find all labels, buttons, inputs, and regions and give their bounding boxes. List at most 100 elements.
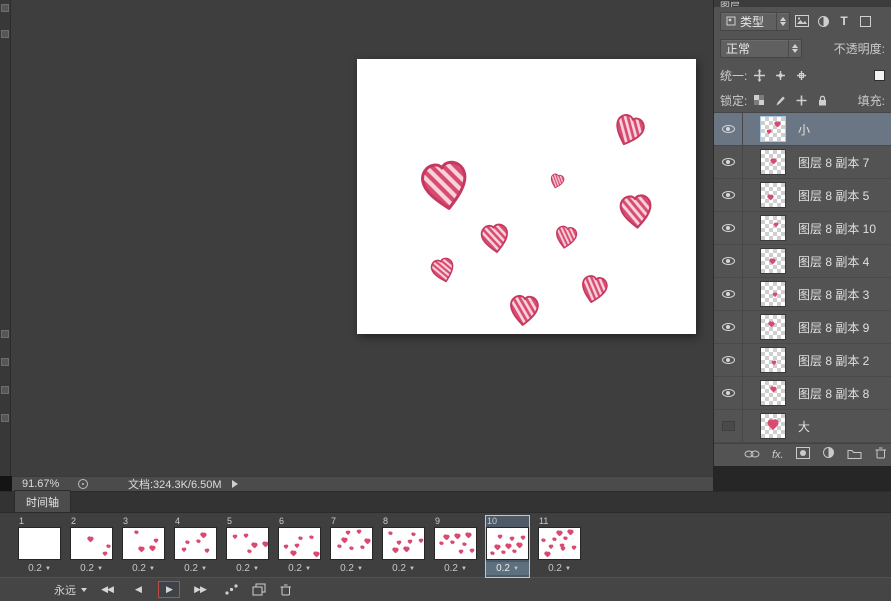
frame-thumbnail[interactable]	[382, 527, 425, 560]
layer-row[interactable]: 图层 8 副本 2	[714, 344, 891, 377]
filter-adjustment-icon[interactable]	[814, 12, 832, 30]
first-frame-button[interactable]: ◀◀	[96, 581, 118, 598]
delete-layer-icon[interactable]	[874, 446, 887, 464]
layer-row[interactable]: 图层 8 副本 3	[714, 278, 891, 311]
layer-visibility-toggle[interactable]	[714, 377, 743, 409]
filter-type-icon[interactable]: T	[835, 12, 853, 30]
layer-visibility-toggle[interactable]	[714, 179, 743, 211]
frame-thumbnail[interactable]	[70, 527, 113, 560]
lock-pixels-icon[interactable]	[771, 91, 789, 109]
frame-thumbnail[interactable]	[434, 527, 477, 560]
frame-thumbnail[interactable]	[174, 527, 217, 560]
next-frame-button[interactable]: ▶▶	[189, 581, 211, 598]
unify-visibility-icon[interactable]	[771, 66, 789, 84]
layer-row[interactable]: 小	[714, 113, 891, 146]
timeline-frame-selected[interactable]: 10 0.2▼	[486, 516, 529, 577]
document-canvas[interactable]	[357, 59, 696, 334]
layer-thumbnail[interactable]	[760, 215, 786, 241]
frame-delay-selector[interactable]: 0.2▼	[174, 562, 217, 575]
status-icon[interactable]	[78, 479, 88, 489]
frame-thumbnail[interactable]	[18, 527, 61, 560]
tool-icon[interactable]	[1, 330, 9, 338]
layer-thumbnail[interactable]	[760, 413, 786, 439]
layers-panel-tab[interactable]: 图层	[714, 0, 891, 7]
timeline-frame[interactable]: 8 0.2▼	[382, 516, 425, 577]
layer-row[interactable]: 图层 8 副本 5	[714, 179, 891, 212]
lock-all-icon[interactable]	[813, 91, 831, 109]
layer-visibility-toggle[interactable]	[714, 278, 743, 310]
lock-transparency-icon[interactable]	[750, 91, 768, 109]
layer-thumbnail[interactable]	[760, 380, 786, 406]
frame-thumbnail[interactable]	[486, 527, 529, 560]
new-group-icon[interactable]	[847, 446, 862, 464]
frame-delay-selector[interactable]: 0.2▼	[226, 562, 269, 575]
frame-delay-selector[interactable]: 0.2▼	[18, 562, 61, 575]
frame-delay-selector[interactable]: 0.2▼	[70, 562, 113, 575]
layer-visibility-toggle[interactable]	[714, 146, 743, 178]
layer-visibility-toggle[interactable]	[714, 212, 743, 244]
layer-row[interactable]: 图层 8 副本 9	[714, 311, 891, 344]
timeline-frame[interactable]: 11 0.2▼	[538, 516, 581, 577]
layer-visibility-toggle[interactable]	[714, 344, 743, 376]
duplicate-frame-button[interactable]	[252, 583, 266, 596]
layer-row[interactable]: 图层 8 副本 10	[714, 212, 891, 245]
frame-thumbnail[interactable]	[226, 527, 269, 560]
blend-mode-select[interactable]: 正常	[720, 39, 802, 58]
frame-thumbnail[interactable]	[538, 527, 581, 560]
layer-row[interactable]: 图层 8 副本 7	[714, 146, 891, 179]
tween-button[interactable]	[224, 583, 239, 596]
frame-delay-selector[interactable]: 0.2▼	[330, 562, 373, 575]
frame-delay-selector[interactable]: 0.2▼	[538, 562, 581, 575]
layer-visibility-toggle[interactable]	[714, 410, 743, 442]
frame-delay-selector[interactable]: 0.2▼	[434, 562, 477, 575]
timeline-frame[interactable]: 3 0.2▼	[122, 516, 165, 577]
tool-icon[interactable]	[1, 358, 9, 366]
delete-frame-button[interactable]	[279, 583, 292, 596]
add-layer-mask-icon[interactable]	[796, 446, 810, 464]
timeline-frame[interactable]: 2 0.2▼	[70, 516, 113, 577]
loop-count-selector[interactable]: 永远	[54, 582, 87, 598]
layer-row[interactable]: 图层 8 副本 4	[714, 245, 891, 278]
filter-pixel-icon[interactable]	[793, 12, 811, 30]
unify-checkbox[interactable]	[874, 70, 885, 81]
lock-position-icon[interactable]	[792, 91, 810, 109]
frame-delay-selector[interactable]: 0.2▼	[278, 562, 321, 575]
timeline-frame[interactable]: 4 0.2▼	[174, 516, 217, 577]
layer-visibility-toggle[interactable]	[714, 113, 743, 145]
frame-delay-selector[interactable]: 0.2▼	[382, 562, 425, 575]
layer-visibility-toggle[interactable]	[714, 311, 743, 343]
filter-shape-icon[interactable]	[856, 12, 874, 30]
layer-row[interactable]: 大	[714, 410, 891, 443]
tool-icon[interactable]	[1, 414, 9, 422]
layer-thumbnail[interactable]	[760, 149, 786, 175]
layer-visibility-toggle[interactable]	[714, 245, 743, 277]
tool-icon[interactable]	[1, 4, 9, 12]
kind-filter-select[interactable]: 类型	[720, 12, 790, 31]
link-layers-icon[interactable]	[744, 446, 760, 464]
tab-timeline[interactable]: 时间轴	[14, 490, 71, 512]
frame-thumbnail[interactable]	[122, 527, 165, 560]
timeline-frame[interactable]: 9 0.2▼	[434, 516, 477, 577]
previous-frame-button[interactable]: ◀	[127, 581, 149, 598]
tool-icon[interactable]	[1, 30, 9, 38]
frame-thumbnail[interactable]	[330, 527, 373, 560]
timeline-frame[interactable]: 5 0.2▼	[226, 516, 269, 577]
layer-thumbnail[interactable]	[760, 116, 786, 142]
layer-thumbnail[interactable]	[760, 281, 786, 307]
status-menu-arrow-icon[interactable]	[232, 480, 238, 488]
layer-thumbnail[interactable]	[760, 248, 786, 274]
layer-thumbnail[interactable]	[760, 314, 786, 340]
layer-row[interactable]: 图层 8 副本 8	[714, 377, 891, 410]
layer-thumbnail[interactable]	[760, 182, 786, 208]
frame-thumbnail[interactable]	[278, 527, 321, 560]
timeline-frame[interactable]: 6 0.2▼	[278, 516, 321, 577]
frame-delay-selector[interactable]: 0.2▼	[122, 562, 165, 575]
tool-icon[interactable]	[1, 386, 9, 394]
timeline-frame[interactable]: 7 0.2▼	[330, 516, 373, 577]
frame-delay-selector[interactable]: 0.2▼	[486, 562, 529, 575]
layer-thumbnail[interactable]	[760, 347, 786, 373]
timeline-frame[interactable]: 1 0.2▼	[18, 516, 61, 577]
zoom-level-field[interactable]: 91.67%	[22, 478, 74, 490]
unify-style-icon[interactable]	[792, 66, 810, 84]
play-button[interactable]: ▶	[158, 581, 180, 598]
